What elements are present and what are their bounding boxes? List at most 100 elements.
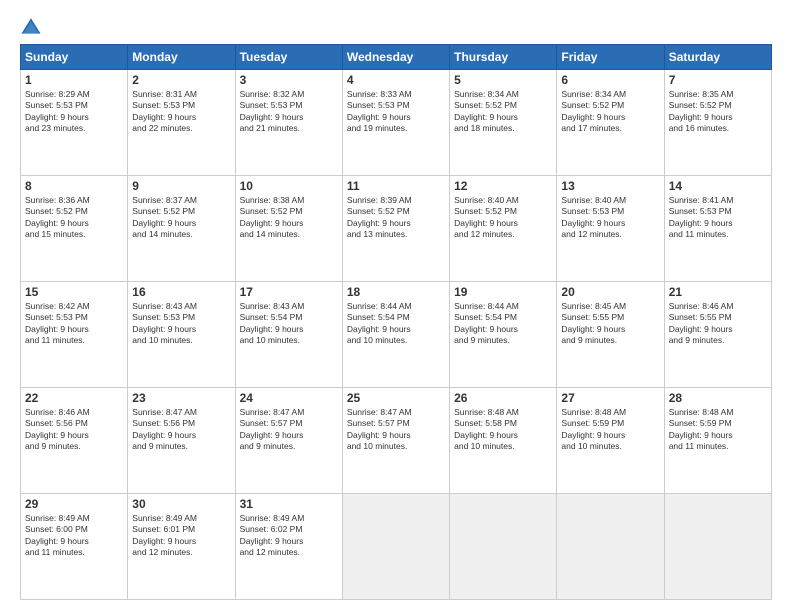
day-number: 10	[240, 179, 338, 193]
calendar-table: SundayMondayTuesdayWednesdayThursdayFrid…	[20, 44, 772, 600]
weekday-header: Sunday	[21, 45, 128, 70]
day-number: 26	[454, 391, 552, 405]
day-info: Sunrise: 8:45 AM Sunset: 5:55 PM Dayligh…	[561, 301, 659, 347]
calendar-cell: 23 Sunrise: 8:47 AM Sunset: 5:56 PM Dayli…	[128, 388, 235, 494]
calendar-cell: 25Sunrise: 8:47 AM Sunset: 5:57 PM Dayli…	[342, 388, 449, 494]
calendar-week-row: 15Sunrise: 8:42 AM Sunset: 5:53 PM Dayli…	[21, 282, 772, 388]
day-info: Sunrise: 8:38 AM Sunset: 5:52 PM Dayligh…	[240, 195, 338, 241]
calendar-cell: 15Sunrise: 8:42 AM Sunset: 5:53 PM Dayli…	[21, 282, 128, 388]
day-info: Sunrise: 8:43 AM Sunset: 5:53 PM Dayligh…	[132, 301, 230, 347]
day-number: 8	[25, 179, 123, 193]
calendar-cell: 27 Sunrise: 8:48 AM Sunset: 5:59 PM Dayli…	[557, 388, 664, 494]
calendar: SundayMondayTuesdayWednesdayThursdayFrid…	[20, 44, 772, 600]
day-number: 17	[240, 285, 338, 299]
calendar-cell: 14 Sunrise: 8:41 AM Sunset: 5:53 PM Dayli…	[664, 176, 771, 282]
day-number: 14	[669, 179, 767, 193]
day-number: 9	[132, 179, 230, 193]
weekday-header: Monday	[128, 45, 235, 70]
day-info: Sunrise: 8:48 AM Sunset: 5:59 PM Dayligh…	[669, 407, 767, 453]
weekday-header: Friday	[557, 45, 664, 70]
calendar-week-row: 22 Sunrise: 8:46 AM Sunset: 5:56 PM Dayli…	[21, 388, 772, 494]
day-info: Sunrise: 8:39 AM Sunset: 5:52 PM Dayligh…	[347, 195, 445, 241]
calendar-cell: 9 Sunrise: 8:37 AM Sunset: 5:52 PM Daylig…	[128, 176, 235, 282]
day-number: 4	[347, 73, 445, 87]
day-number: 6	[561, 73, 659, 87]
day-number: 19	[454, 285, 552, 299]
calendar-cell: 2 Sunrise: 8:31 AM Sunset: 5:53 PM Daylig…	[128, 70, 235, 176]
day-info: Sunrise: 8:37 AM Sunset: 5:52 PM Dayligh…	[132, 195, 230, 241]
day-info: Sunrise: 8:47 AM Sunset: 5:57 PM Dayligh…	[240, 407, 338, 453]
day-number: 11	[347, 179, 445, 193]
calendar-cell: 7 Sunrise: 8:35 AM Sunset: 5:52 PM Daylig…	[664, 70, 771, 176]
day-info: Sunrise: 8:49 AM Sunset: 6:01 PM Dayligh…	[132, 513, 230, 559]
day-info: Sunrise: 8:40 AM Sunset: 5:53 PM Dayligh…	[561, 195, 659, 241]
day-info: Sunrise: 8:34 AM Sunset: 5:52 PM Dayligh…	[561, 89, 659, 135]
calendar-cell	[342, 494, 449, 600]
logo-icon	[20, 16, 42, 38]
calendar-cell: 1 Sunrise: 8:29 AM Sunset: 5:53 PM Daylig…	[21, 70, 128, 176]
day-number: 20	[561, 285, 659, 299]
weekday-header: Tuesday	[235, 45, 342, 70]
logo	[20, 16, 46, 38]
day-info: Sunrise: 8:34 AM Sunset: 5:52 PM Dayligh…	[454, 89, 552, 135]
day-number: 1	[25, 73, 123, 87]
day-number: 24	[240, 391, 338, 405]
day-info: Sunrise: 8:29 AM Sunset: 5:53 PM Dayligh…	[25, 89, 123, 135]
calendar-cell: 20 Sunrise: 8:45 AM Sunset: 5:55 PM Dayli…	[557, 282, 664, 388]
day-number: 28	[669, 391, 767, 405]
weekday-header: Wednesday	[342, 45, 449, 70]
calendar-cell: 28 Sunrise: 8:48 AM Sunset: 5:59 PM Dayli…	[664, 388, 771, 494]
day-number: 18	[347, 285, 445, 299]
calendar-cell: 16Sunrise: 8:43 AM Sunset: 5:53 PM Dayli…	[128, 282, 235, 388]
day-number: 22	[25, 391, 123, 405]
calendar-cell	[557, 494, 664, 600]
day-info: Sunrise: 8:47 AM Sunset: 5:56 PM Dayligh…	[132, 407, 230, 453]
day-info: Sunrise: 8:35 AM Sunset: 5:52 PM Dayligh…	[669, 89, 767, 135]
day-number: 15	[25, 285, 123, 299]
day-info: Sunrise: 8:46 AM Sunset: 5:55 PM Dayligh…	[669, 301, 767, 347]
weekday-header: Thursday	[450, 45, 557, 70]
calendar-cell: 11 Sunrise: 8:39 AM Sunset: 5:52 PM Dayli…	[342, 176, 449, 282]
day-number: 31	[240, 497, 338, 511]
day-info: Sunrise: 8:48 AM Sunset: 5:59 PM Dayligh…	[561, 407, 659, 453]
day-info: Sunrise: 8:33 AM Sunset: 5:53 PM Dayligh…	[347, 89, 445, 135]
day-number: 27	[561, 391, 659, 405]
day-number: 25	[347, 391, 445, 405]
day-number: 3	[240, 73, 338, 87]
calendar-cell: 3 Sunrise: 8:32 AM Sunset: 5:53 PM Daylig…	[235, 70, 342, 176]
header	[20, 16, 772, 38]
calendar-cell: 30Sunrise: 8:49 AM Sunset: 6:01 PM Dayli…	[128, 494, 235, 600]
day-info: Sunrise: 8:49 AM Sunset: 6:00 PM Dayligh…	[25, 513, 123, 559]
calendar-cell: 4 Sunrise: 8:33 AM Sunset: 5:53 PM Daylig…	[342, 70, 449, 176]
day-number: 5	[454, 73, 552, 87]
day-number: 29	[25, 497, 123, 511]
calendar-cell: 13Sunrise: 8:40 AM Sunset: 5:53 PM Dayli…	[557, 176, 664, 282]
day-number: 7	[669, 73, 767, 87]
day-number: 23	[132, 391, 230, 405]
calendar-cell: 24 Sunrise: 8:47 AM Sunset: 5:57 PM Dayli…	[235, 388, 342, 494]
calendar-cell: 6 Sunrise: 8:34 AM Sunset: 5:52 PM Daylig…	[557, 70, 664, 176]
header-row: SundayMondayTuesdayWednesdayThursdayFrid…	[21, 45, 772, 70]
day-info: Sunrise: 8:32 AM Sunset: 5:53 PM Dayligh…	[240, 89, 338, 135]
calendar-cell: 10 Sunrise: 8:38 AM Sunset: 5:52 PM Dayli…	[235, 176, 342, 282]
day-info: Sunrise: 8:49 AM Sunset: 6:02 PM Dayligh…	[240, 513, 338, 559]
day-info: Sunrise: 8:48 AM Sunset: 5:58 PM Dayligh…	[454, 407, 552, 453]
day-info: Sunrise: 8:43 AM Sunset: 5:54 PM Dayligh…	[240, 301, 338, 347]
calendar-cell: 19Sunrise: 8:44 AM Sunset: 5:54 PM Dayli…	[450, 282, 557, 388]
calendar-cell: 22 Sunrise: 8:46 AM Sunset: 5:56 PM Dayli…	[21, 388, 128, 494]
calendar-cell: 17 Sunrise: 8:43 AM Sunset: 5:54 PM Dayli…	[235, 282, 342, 388]
day-info: Sunrise: 8:40 AM Sunset: 5:52 PM Dayligh…	[454, 195, 552, 241]
day-info: Sunrise: 8:41 AM Sunset: 5:53 PM Dayligh…	[669, 195, 767, 241]
calendar-cell: 21Sunrise: 8:46 AM Sunset: 5:55 PM Dayli…	[664, 282, 771, 388]
calendar-cell: 8 Sunrise: 8:36 AM Sunset: 5:52 PM Daylig…	[21, 176, 128, 282]
calendar-week-row: 8 Sunrise: 8:36 AM Sunset: 5:52 PM Daylig…	[21, 176, 772, 282]
day-info: Sunrise: 8:46 AM Sunset: 5:56 PM Dayligh…	[25, 407, 123, 453]
day-info: Sunrise: 8:36 AM Sunset: 5:52 PM Dayligh…	[25, 195, 123, 241]
calendar-cell	[664, 494, 771, 600]
day-number: 12	[454, 179, 552, 193]
day-number: 2	[132, 73, 230, 87]
calendar-cell: 26 Sunrise: 8:48 AM Sunset: 5:58 PM Dayli…	[450, 388, 557, 494]
page: SundayMondayTuesdayWednesdayThursdayFrid…	[0, 0, 792, 612]
day-info: Sunrise: 8:31 AM Sunset: 5:53 PM Dayligh…	[132, 89, 230, 135]
day-info: Sunrise: 8:44 AM Sunset: 5:54 PM Dayligh…	[347, 301, 445, 347]
